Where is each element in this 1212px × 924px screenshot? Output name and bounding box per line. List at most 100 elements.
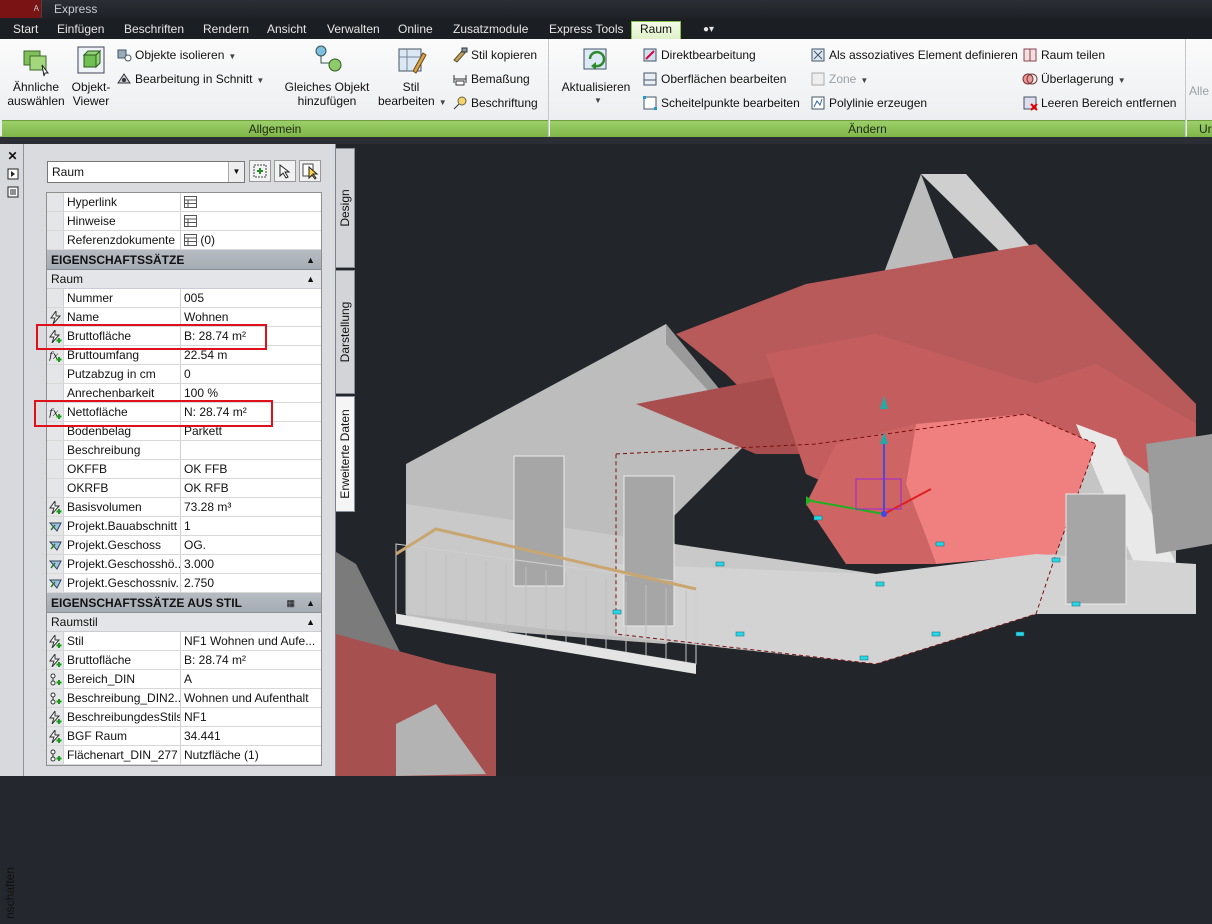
tab-online[interactable]: Online	[398, 22, 433, 39]
quick-select-button[interactable]	[249, 160, 271, 182]
objekte-isolieren-button[interactable]: Objekte isolieren ▼	[116, 45, 236, 65]
property-value[interactable]: Nutzfläche (1)	[183, 746, 321, 764]
objekt-viewer-button[interactable]: Objekt- Viewer	[66, 43, 116, 108]
property-row[interactable]: Beschreibung	[47, 441, 321, 460]
raum-teilen-button[interactable]: Raum teilen	[1022, 45, 1105, 65]
properties-menu-icon[interactable]	[6, 186, 19, 198]
property-value[interactable]: A	[183, 670, 321, 688]
property-row[interactable]: Putzabzug in cm 0	[47, 365, 321, 384]
property-value[interactable]: B: 28.74 m²	[183, 651, 321, 669]
stil-bearbeiten-button[interactable]: Stil bearbeiten ▼	[378, 43, 447, 110]
building-3d-model[interactable]	[336, 144, 1212, 776]
property-value[interactable]: 0	[183, 365, 321, 383]
object-type-select[interactable]: Raum ▼	[47, 161, 245, 183]
property-value[interactable]: 2.750	[183, 574, 321, 592]
property-value[interactable]: NF1	[183, 708, 321, 726]
zone-button[interactable]: Zone ▼	[810, 69, 868, 89]
window-dormer	[1065, 493, 1127, 605]
autohide-icon[interactable]	[6, 168, 19, 180]
tab-design[interactable]: Design	[336, 148, 355, 268]
section-eigenschaftssaetze-aus-stil[interactable]: EIGENSCHAFTSSÄTZE AUS STIL ▦ ▲	[47, 593, 321, 613]
property-value[interactable]: 005	[183, 289, 321, 307]
property-value[interactable]: OG.	[183, 536, 321, 554]
section-eigenschaftssaetze[interactable]: EIGENSCHAFTSSÄTZE ▲	[47, 250, 321, 270]
model-viewport[interactable]	[336, 144, 1212, 776]
property-row-hinweise[interactable]: Hinweise	[47, 212, 321, 231]
property-row[interactable]: Flächenart_DIN_277 Nutzfläche (1)	[47, 746, 321, 765]
property-value[interactable]: NF1 Wohnen und Aufe...	[183, 632, 321, 650]
property-row-referenzdokumente[interactable]: Referenzdokumente (0)	[47, 231, 321, 250]
property-row[interactable]: Stil NF1 Wohnen und Aufe...	[47, 632, 321, 651]
collapse-arrow-icon[interactable]: ▲	[306, 613, 315, 632]
close-icon[interactable]: ✕	[6, 150, 19, 162]
property-value[interactable]: 73.28 m³	[183, 498, 321, 516]
direktbearbeitung-button[interactable]: Direktbearbeitung	[642, 45, 756, 65]
bemassung-button[interactable]: Bemaßung	[452, 69, 530, 89]
property-row[interactable]: Projekt.Geschossniv... 2.750	[47, 574, 321, 593]
panel-aendern-title[interactable]: Ändern	[550, 120, 1185, 137]
property-value[interactable]: 34.441	[183, 727, 321, 745]
property-row-hyperlink[interactable]: Hyperlink	[47, 193, 321, 212]
property-value[interactable]: 3.000	[183, 555, 321, 573]
tab-raum[interactable]: Raum	[631, 21, 682, 39]
property-row[interactable]: BGF Raum 34.441	[47, 727, 321, 746]
ribbon-minimize-toggle[interactable]: ●▾	[703, 22, 714, 39]
property-value[interactable]: (0)	[183, 231, 321, 249]
property-row[interactable]: Bereich_DIN A	[47, 670, 321, 689]
tab-rendern[interactable]: Rendern	[203, 22, 249, 39]
property-row[interactable]: OKRFB OK RFB	[47, 479, 321, 498]
tab-einfuegen[interactable]: Einfügen	[57, 22, 104, 39]
property-row[interactable]: Projekt.Geschosshö... 3.000	[47, 555, 321, 574]
beschriftung-button[interactable]: Beschriftung	[452, 93, 538, 113]
subsection-title: Raumstil	[51, 615, 98, 629]
property-value[interactable]: OK FFB	[183, 460, 321, 478]
property-value[interactable]: Wohnen und Aufenthalt	[183, 689, 321, 707]
assoziatives-element-button[interactable]: Als assoziatives Element definieren	[810, 45, 1018, 65]
collapse-arrow-icon[interactable]: ▲	[306, 250, 315, 270]
property-row[interactable]: OKFFB OK FFB	[47, 460, 321, 479]
gizmo-origin[interactable]	[881, 511, 887, 517]
alle-button[interactable]: Alle	[1189, 81, 1209, 101]
aehnliche-auswaehlen-button[interactable]: Ähnliche auswählen	[6, 43, 66, 108]
toggle-pickadd-button[interactable]	[299, 160, 321, 182]
edit-style-properties-icon[interactable]: ▦	[286, 593, 295, 613]
tab-ansicht[interactable]: Ansicht	[267, 22, 306, 39]
gleiches-objekt-hinzufuegen-button[interactable]: Gleiches Objekt hinzufügen	[282, 43, 372, 108]
tab-beschriften[interactable]: Beschriften	[124, 22, 184, 39]
property-row[interactable]: Projekt.Geschoss OG.	[47, 536, 321, 555]
select-objects-button[interactable]	[274, 160, 296, 182]
collapse-arrow-icon[interactable]: ▲	[306, 593, 315, 613]
tab-verwalten[interactable]: Verwalten	[327, 22, 380, 39]
bearbeitung-in-schnitt-button[interactable]: Bearbeitung in Schnitt ▼	[116, 69, 264, 89]
property-row[interactable]: Basisvolumen 73.28 m³	[47, 498, 321, 517]
property-row[interactable]: Projekt.Bauabschnitt 1	[47, 517, 321, 536]
property-value[interactable]: OK RFB	[183, 479, 321, 497]
property-row[interactable]: Bruttofläche B: 28.74 m²	[47, 651, 321, 670]
subsection-raum[interactable]: Raum ▲	[47, 270, 321, 289]
property-value[interactable]	[183, 193, 321, 211]
subsection-title: Raum	[51, 272, 84, 286]
aktualisieren-button[interactable]: Aktualisieren ▼	[556, 43, 636, 108]
scheitelpunkte-bearbeiten-button[interactable]: Scheitelpunkte bearbeiten	[642, 93, 800, 113]
property-row[interactable]: BeschreibungdesStils NF1	[47, 708, 321, 727]
property-value[interactable]	[183, 212, 321, 230]
property-row[interactable]: Beschreibung_DIN2... Wohnen und Aufenthal…	[47, 689, 321, 708]
property-value[interactable]: 1	[183, 517, 321, 535]
panel-cut-off-title[interactable]: Ur	[1187, 120, 1212, 137]
stil-kopieren-button[interactable]: Stil kopieren	[452, 45, 537, 65]
tab-erweiterte-daten[interactable]: Erweiterte Daten	[336, 396, 355, 512]
oberflaechen-bearbeiten-button[interactable]: Oberflächen bearbeiten	[642, 69, 786, 89]
polylinie-erzeugen-button[interactable]: Polylinie erzeugen	[810, 93, 927, 113]
property-row[interactable]: Nummer 005	[47, 289, 321, 308]
panel-allgemein-title[interactable]: Allgemein	[2, 120, 548, 137]
tab-zusatzmodule[interactable]: Zusatzmodule	[453, 22, 528, 39]
app-logo[interactable]: A	[0, 0, 42, 18]
leeren-bereich-entfernen-button[interactable]: Leeren Bereich entfernen	[1022, 93, 1176, 113]
subsection-raumstil[interactable]: Raumstil ▲	[47, 613, 321, 632]
tab-express-tools[interactable]: Express Tools	[549, 22, 623, 39]
tab-start[interactable]: Start	[13, 22, 38, 39]
collapse-arrow-icon[interactable]: ▲	[306, 270, 315, 289]
property-value[interactable]	[183, 441, 321, 459]
tab-darstellung[interactable]: Darstellung	[336, 270, 355, 394]
ueberlagerung-button[interactable]: Überlagerung ▼	[1022, 69, 1126, 89]
